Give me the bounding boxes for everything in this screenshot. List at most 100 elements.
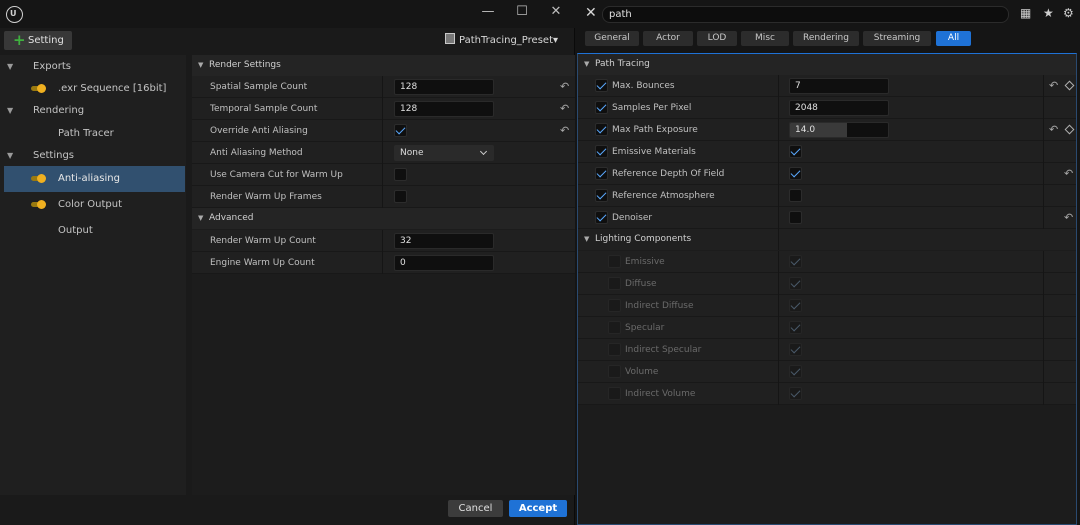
table-view-icon[interactable]: ▦: [1020, 6, 1031, 20]
property-label: Diffuse: [625, 279, 657, 289]
tree-item-output[interactable]: Output: [0, 219, 186, 243]
settings-tree: ▼ Exports .exr Sequence [16bit] ▼ Render…: [0, 55, 186, 495]
accept-button[interactable]: Accept: [509, 500, 567, 517]
tab-all[interactable]: All: [936, 31, 971, 46]
lc-indirect-diffuse-override-checkbox[interactable]: [608, 299, 621, 312]
maximize-icon[interactable]: ☐: [512, 4, 532, 20]
minimize-icon[interactable]: —: [478, 4, 498, 20]
tree-category-settings[interactable]: ▼ Settings: [0, 144, 186, 168]
toggle-icon[interactable]: [31, 200, 47, 209]
property-reference-depth-of-field: Reference Depth Of Field ↶: [578, 163, 1076, 185]
max-path-exposure-slider[interactable]: 14.0: [789, 122, 889, 138]
property-label: Engine Warm Up Count: [210, 258, 315, 268]
tree-item-path-tracer[interactable]: Path Tracer: [0, 122, 186, 146]
preset-dropdown[interactable]: PathTracing_Preset▾: [445, 31, 558, 50]
tab-lod[interactable]: LOD: [697, 31, 737, 46]
property-label: Render Warm Up Count: [210, 236, 316, 246]
tree-label: Rendering: [33, 105, 85, 116]
tab-actor[interactable]: Actor: [643, 31, 693, 46]
close-icon[interactable]: ✕: [546, 4, 566, 20]
category-render-settings[interactable]: ▼ Render Settings: [192, 55, 575, 76]
tree-category-rendering[interactable]: ▼ Rendering: [0, 99, 186, 123]
reset-arrow-icon[interactable]: ↶: [560, 80, 569, 93]
engine-warm-up-count-input[interactable]: 0: [394, 255, 494, 271]
samples-per-pixel-input[interactable]: 2048: [789, 100, 889, 116]
gear-icon[interactable]: ⚙: [1063, 6, 1074, 20]
reset-arrow-icon[interactable]: ↶: [560, 124, 569, 137]
reference-dof-override-checkbox[interactable]: [595, 167, 608, 180]
tree-item-color-output[interactable]: Color Output: [0, 193, 186, 217]
property-label: Reference Atmosphere: [612, 191, 715, 201]
tree-category-exports[interactable]: ▼ Exports: [0, 55, 186, 79]
lc-volume-checkbox[interactable]: [789, 365, 802, 378]
unreal-logo-icon: U: [6, 6, 23, 23]
search-input[interactable]: path: [602, 6, 1009, 23]
collapse-arrow-icon[interactable]: ▼: [198, 55, 203, 76]
property-label: Emissive Materials: [612, 147, 696, 157]
denoiser-override-checkbox[interactable]: [595, 211, 608, 224]
max-bounces-input[interactable]: 7: [789, 78, 889, 94]
lc-specular-checkbox[interactable]: [789, 321, 802, 334]
lc-indirect-specular-override-checkbox[interactable]: [608, 343, 621, 356]
emissive-materials-override-checkbox[interactable]: [595, 145, 608, 158]
toggle-icon[interactable]: [31, 174, 47, 183]
expand-arrow-icon[interactable]: ▼: [7, 99, 13, 123]
expand-arrow-icon[interactable]: ▼: [7, 144, 13, 168]
tab-misc[interactable]: Misc: [741, 31, 789, 46]
emissive-materials-checkbox[interactable]: [789, 145, 802, 158]
tree-item-anti-aliasing[interactable]: Anti-aliasing: [4, 166, 185, 192]
category-advanced[interactable]: ▼ Advanced: [192, 208, 575, 229]
lc-volume-override-checkbox[interactable]: [608, 365, 621, 378]
max-path-exposure-override-checkbox[interactable]: [595, 123, 608, 136]
star-icon[interactable]: ★: [1043, 6, 1054, 20]
lc-diffuse-override-checkbox[interactable]: [608, 277, 621, 290]
samples-per-pixel-override-checkbox[interactable]: [595, 101, 608, 114]
override-anti-aliasing-checkbox[interactable]: [394, 124, 407, 137]
add-setting-button[interactable]: + Setting: [4, 31, 72, 50]
spatial-sample-count-input[interactable]: 128: [394, 79, 494, 95]
collapse-arrow-icon[interactable]: ▼: [584, 229, 589, 250]
anti-aliasing-method-dropdown[interactable]: None: [394, 145, 494, 161]
reference-dof-checkbox[interactable]: [789, 167, 802, 180]
clear-search-icon[interactable]: ✕: [585, 5, 597, 21]
denoiser-checkbox[interactable]: [789, 211, 802, 224]
max-bounces-override-checkbox[interactable]: [595, 79, 608, 92]
temporal-sample-count-input[interactable]: 128: [394, 101, 494, 117]
collapse-arrow-icon[interactable]: ▼: [584, 54, 589, 75]
reset-arrow-icon[interactable]: ↶: [1049, 79, 1058, 92]
lc-emissive-checkbox[interactable]: [789, 255, 802, 268]
collapse-arrow-icon[interactable]: ▼: [198, 208, 203, 229]
expand-arrow-icon[interactable]: ▼: [7, 55, 13, 79]
tab-general[interactable]: General: [585, 31, 639, 46]
lc-volume-row: Volume: [578, 361, 1076, 383]
reset-arrow-icon[interactable]: ↶: [560, 102, 569, 115]
dropdown-value: None: [400, 148, 424, 158]
lc-indirect-volume-override-checkbox[interactable]: [608, 387, 621, 400]
category-lighting-components[interactable]: ▼ Lighting Components: [578, 229, 1076, 250]
reference-atmosphere-override-checkbox[interactable]: [595, 189, 608, 202]
property-label: Specular: [625, 323, 665, 333]
lc-indirect-volume-checkbox[interactable]: [789, 387, 802, 400]
reset-arrow-icon[interactable]: ↶: [1064, 167, 1073, 180]
toggle-icon[interactable]: [31, 84, 47, 93]
reference-atmosphere-checkbox[interactable]: [789, 189, 802, 202]
tree-item-exr-sequence[interactable]: .exr Sequence [16bit]: [0, 77, 186, 101]
tree-label: Settings: [33, 150, 75, 161]
reset-arrow-icon[interactable]: ↶: [1049, 123, 1058, 136]
lc-emissive-override-checkbox[interactable]: [608, 255, 621, 268]
lc-indirect-diffuse-checkbox[interactable]: [789, 299, 802, 312]
keyframe-diamond-icon[interactable]: [1064, 124, 1075, 135]
keyframe-diamond-icon[interactable]: [1064, 80, 1075, 91]
render-warm-up-frames-checkbox[interactable]: [394, 190, 407, 203]
tab-rendering[interactable]: Rendering: [793, 31, 859, 46]
lc-specular-override-checkbox[interactable]: [608, 321, 621, 334]
tab-streaming[interactable]: Streaming: [863, 31, 931, 46]
render-warm-up-count-input[interactable]: 32: [394, 233, 494, 249]
camera-cut-warm-up-checkbox[interactable]: [394, 168, 407, 181]
lc-indirect-specular-checkbox[interactable]: [789, 343, 802, 356]
lc-diffuse-checkbox[interactable]: [789, 277, 802, 290]
cancel-button[interactable]: Cancel: [448, 500, 503, 517]
category-path-tracing[interactable]: ▼ Path Tracing: [578, 54, 1076, 75]
reset-arrow-icon[interactable]: ↶: [1064, 211, 1073, 224]
lc-diffuse-row: Diffuse: [578, 273, 1076, 295]
